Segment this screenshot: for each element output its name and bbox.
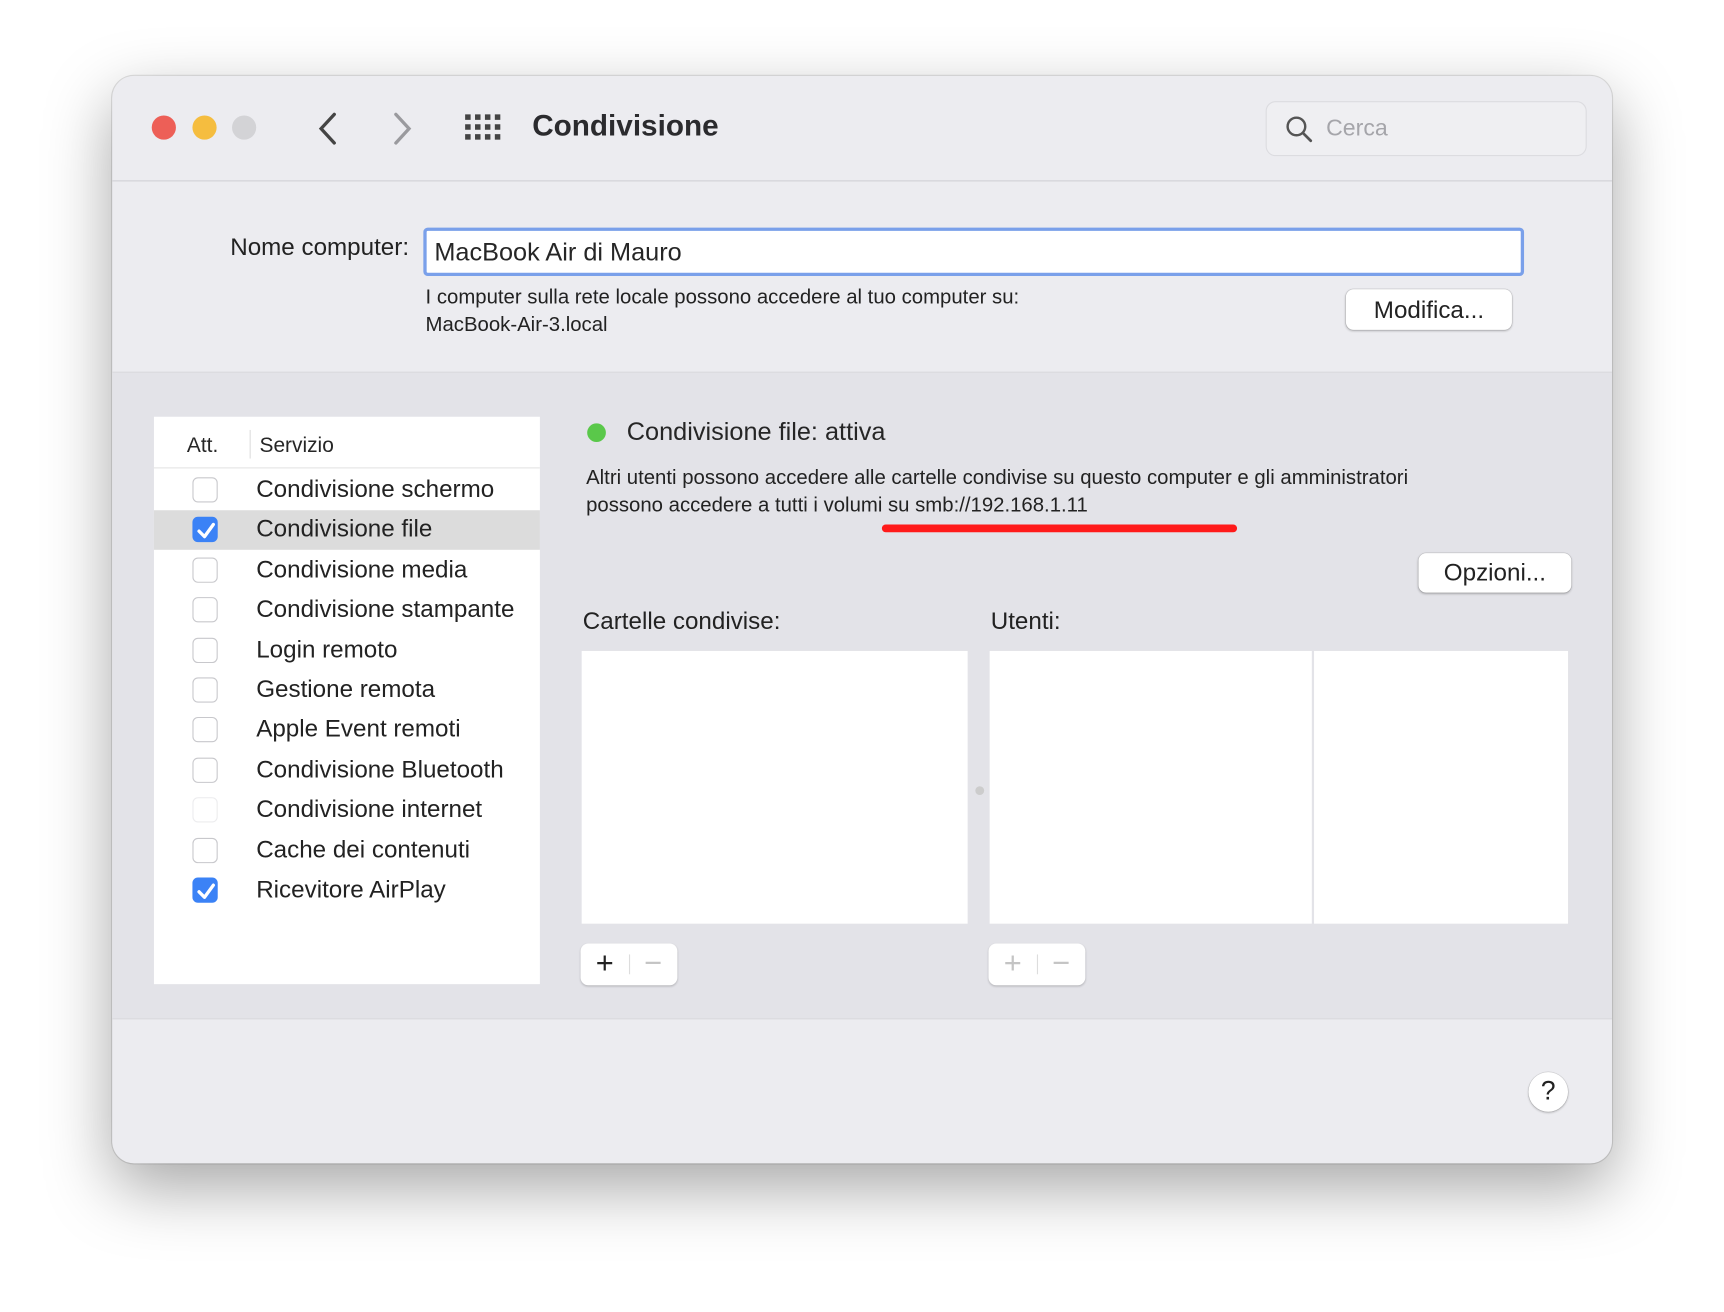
computer-name-section: Nome computer: MacBook Air di Mauro I co…	[112, 181, 1612, 371]
network-info-text: I computer sulla rete locale possono acc…	[425, 284, 1020, 308]
options-button[interactable]: Opzioni...	[1418, 553, 1572, 593]
service-label: Condivisione stampante	[256, 595, 515, 623]
back-chevron-icon[interactable]	[317, 111, 339, 146]
service-checkbox	[192, 797, 218, 823]
service-row[interactable]: Gestione remota	[154, 671, 540, 711]
shared-folders-add-remove: + −	[580, 943, 678, 986]
services-section: Att. Servizio Condivisione schermo Condiv…	[112, 371, 1613, 1020]
service-row[interactable]: Condivisione stampante	[154, 591, 540, 631]
service-label: Cache dei contenuti	[256, 835, 471, 863]
shared-folders-label: Cartelle condivise:	[582, 606, 781, 635]
permissions-list[interactable]	[1314, 650, 1569, 924]
column-divider	[249, 429, 251, 459]
forward-chevron-icon[interactable]	[391, 111, 413, 146]
zoom-button[interactable]	[232, 115, 257, 140]
minimize-button[interactable]	[192, 115, 217, 140]
search-input[interactable]: Cerca	[1265, 101, 1587, 157]
service-label: Condivisione media	[256, 555, 468, 583]
service-row[interactable]: Condivisione file	[153, 510, 540, 551]
help-button[interactable]: ?	[1528, 1072, 1569, 1112]
remove-user-button[interactable]: −	[1046, 946, 1077, 981]
service-row[interactable]: Condivisione Bluetooth	[154, 751, 540, 791]
service-label: Condivisione schermo	[256, 475, 495, 503]
column-header-on[interactable]: Att.	[187, 434, 218, 458]
service-label: Condivisione internet	[256, 795, 483, 823]
split-handle[interactable]	[975, 786, 985, 796]
service-label: Gestione remota	[256, 675, 436, 703]
service-row[interactable]: Condivisione schermo	[154, 471, 540, 511]
description-line-1: Altri utenti possono accedere alle carte…	[586, 465, 1409, 489]
close-button[interactable]	[151, 115, 176, 140]
service-checkbox[interactable]	[192, 597, 218, 623]
service-row[interactable]: Login remoto	[154, 631, 540, 671]
divider	[628, 954, 631, 975]
computer-name-input[interactable]: MacBook Air di Mauro	[423, 227, 1525, 276]
service-checkbox[interactable]	[192, 757, 218, 783]
shared-folders-list[interactable]	[581, 650, 968, 924]
service-label: Condivisione file	[256, 515, 433, 543]
service-label: Condivisione Bluetooth	[256, 755, 504, 783]
service-row[interactable]: Condivisione internet	[154, 791, 540, 831]
service-row[interactable]: Apple Event remoti	[154, 711, 540, 751]
service-label: Ricevitore AirPlay	[256, 875, 446, 903]
service-checkbox[interactable]	[192, 477, 218, 503]
service-checkbox[interactable]	[192, 637, 218, 663]
red-underline-annotation	[881, 524, 1238, 533]
service-checkbox[interactable]	[192, 557, 218, 583]
divider	[1036, 954, 1039, 975]
add-user-button[interactable]: +	[997, 946, 1028, 981]
service-checkbox[interactable]	[192, 517, 218, 543]
services-list: Att. Servizio Condivisione schermo Condiv…	[153, 416, 540, 985]
service-checkbox[interactable]	[192, 717, 218, 743]
system-preferences-window: Condivisione Cerca Nome computer: MacBoo…	[112, 75, 1613, 1164]
service-checkbox[interactable]	[192, 877, 218, 903]
service-checkbox[interactable]	[192, 837, 218, 863]
status-indicator	[587, 423, 606, 443]
local-hostname: MacBook-Air-3.local	[425, 312, 608, 336]
description-line-2: possono accedere a tutti i volumi su smb…	[586, 492, 1088, 516]
edit-button[interactable]: Modifica...	[1345, 289, 1512, 330]
users-add-remove: + −	[988, 943, 1086, 986]
window-title: Condivisione	[532, 108, 719, 142]
status-text: Condivisione file: attiva	[626, 416, 886, 446]
header-separator	[153, 467, 540, 469]
service-checkbox[interactable]	[192, 677, 218, 703]
computer-name-label: Nome computer:	[230, 233, 410, 261]
service-row[interactable]: Ricevitore AirPlay	[154, 871, 540, 911]
service-row[interactable]: Condivisione media	[154, 551, 540, 591]
search-placeholder: Cerca	[1326, 115, 1388, 141]
service-label: Apple Event remoti	[256, 715, 461, 743]
search-icon	[1286, 116, 1313, 143]
column-header-service[interactable]: Servizio	[260, 434, 334, 458]
checkmark-icon	[197, 883, 215, 899]
checkmark-icon	[197, 523, 215, 539]
users-list[interactable]	[989, 650, 1312, 924]
service-label: Login remoto	[256, 635, 398, 663]
service-row[interactable]: Cache dei contenuti	[154, 831, 540, 871]
remove-folder-button[interactable]: −	[638, 946, 669, 981]
toolbar: Condivisione Cerca	[112, 76, 1613, 182]
grid-icon[interactable]	[464, 113, 504, 142]
users-label: Utenti:	[990, 606, 1061, 635]
add-folder-button[interactable]: +	[589, 946, 620, 981]
